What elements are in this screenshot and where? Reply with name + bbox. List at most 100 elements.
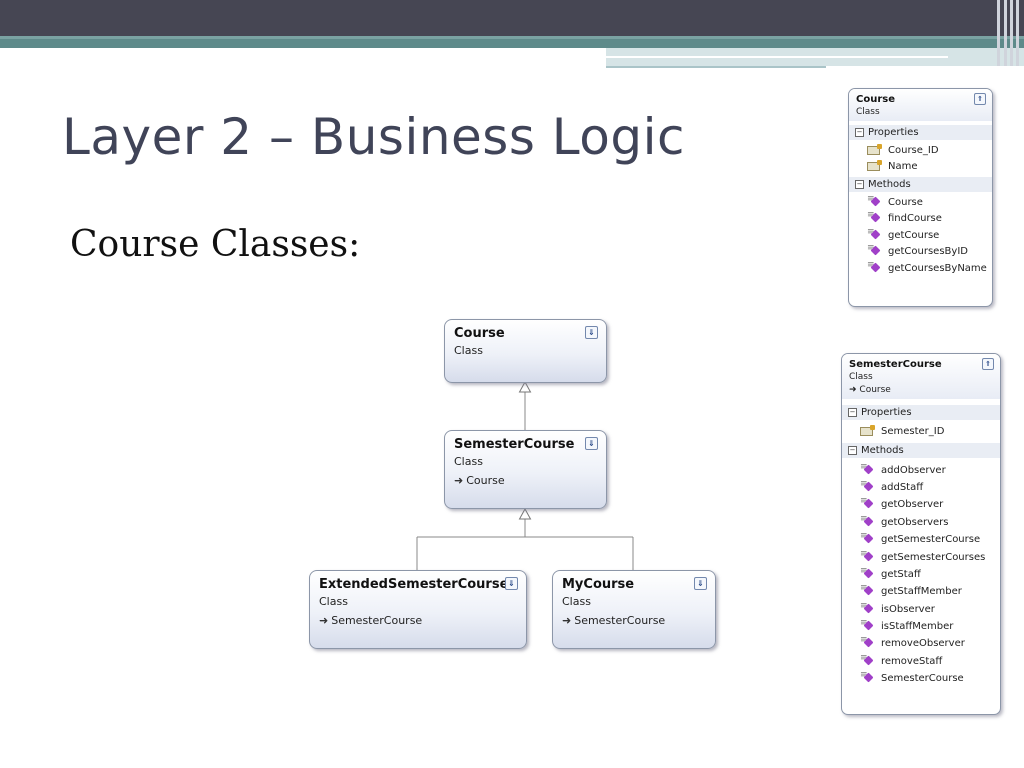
collapse-toggle-icon[interactable]: −	[855, 180, 864, 189]
method-item[interactable]: getSemesterCourse	[842, 531, 1000, 548]
methods-section-header[interactable]: − Methods	[842, 443, 1000, 459]
properties-list: Course_ID Name	[849, 140, 992, 177]
method-item[interactable]: getStaff	[842, 566, 1000, 583]
class-stereotype: Class	[562, 595, 591, 608]
method-icon	[860, 479, 873, 492]
method-icon	[860, 566, 873, 579]
semester-course-detail-panel[interactable]: SemesterCourse Class ➜ Course ⇑ − Propert…	[841, 353, 1001, 715]
method-item[interactable]: removeObserver	[842, 635, 1000, 652]
method-item[interactable]: Course	[849, 194, 992, 211]
class-stereotype: Class	[454, 455, 483, 468]
property-icon	[860, 425, 875, 437]
method-icon	[867, 243, 880, 256]
methods-section-header[interactable]: − Methods	[849, 177, 992, 192]
double-chevron-down-icon[interactable]: ⇓	[694, 577, 707, 590]
member-label: removeObserver	[881, 638, 965, 650]
method-item[interactable]: addObserver	[842, 461, 1000, 478]
method-item[interactable]: getCoursesByID	[849, 243, 992, 261]
inherit-arrow-icon: ➜	[454, 474, 464, 487]
detail-class-stereotype: Class	[849, 372, 873, 382]
class-stereotype: Class	[319, 595, 348, 608]
base-class-name: Course	[466, 474, 505, 487]
properties-section-header[interactable]: − Properties	[849, 125, 992, 140]
method-icon	[860, 583, 873, 596]
property-icon	[867, 143, 882, 155]
base-class: ➜ SemesterCourse	[319, 614, 517, 627]
member-label: isStaffMember	[881, 621, 954, 633]
method-item[interactable]: addStaff	[842, 479, 1000, 496]
course-detail-panel[interactable]: Course Class ⇑ − Properties Course_ID Name…	[848, 88, 993, 307]
double-chevron-up-icon[interactable]: ⇑	[974, 93, 986, 105]
header-line-teal	[606, 66, 826, 68]
double-chevron-down-icon[interactable]: ⇓	[585, 437, 598, 450]
class-name: MyCourse	[562, 577, 635, 592]
section-label: Properties	[861, 407, 912, 418]
methods-list: Course findCourse getCourse getCoursesByID g…	[849, 192, 992, 279]
method-item[interactable]: getSemesterCourses	[842, 548, 1000, 565]
inheritance-arrow-course	[518, 380, 532, 393]
double-chevron-up-icon[interactable]: ⇑	[982, 358, 994, 370]
method-icon	[867, 227, 880, 240]
member-label: isObserver	[881, 603, 935, 615]
method-icon	[860, 531, 873, 544]
base-class: ➜ SemesterCourse	[562, 614, 706, 627]
base-class-name: SemesterCourse	[574, 614, 666, 627]
base-class-name: SemesterCourse	[331, 614, 423, 627]
properties-section-header[interactable]: − Properties	[842, 405, 1000, 420]
method-icon	[860, 670, 873, 683]
property-item[interactable]: Semester_ID	[842, 423, 1000, 440]
method-item[interactable]: getCoursesByName	[849, 260, 992, 277]
member-label: addStaff	[881, 481, 924, 493]
base-class: ➜ Course	[454, 474, 597, 487]
inheritance-arrow-semester	[518, 507, 532, 520]
header-vertical-stripes	[994, 0, 1024, 66]
double-chevron-down-icon[interactable]: ⇓	[505, 577, 518, 590]
class-name: Course	[454, 326, 505, 341]
method-icon	[860, 635, 873, 648]
member-label: Course	[888, 196, 923, 208]
inherit-arrow-icon: ➜	[849, 385, 860, 395]
collapse-toggle-icon[interactable]: −	[855, 128, 864, 137]
property-icon	[867, 160, 882, 172]
member-label: removeStaff	[881, 655, 943, 667]
section-label: Properties	[868, 127, 919, 138]
member-label: SemesterCourse	[881, 673, 964, 685]
detail-class-name: SemesterCourse	[849, 359, 942, 370]
method-item[interactable]: SemesterCourse	[842, 670, 1000, 687]
method-item[interactable]: getObserver	[842, 496, 1000, 513]
header-band-dark	[0, 0, 1024, 36]
member-label: Semester_ID	[881, 426, 945, 438]
method-item[interactable]: getObservers	[842, 514, 1000, 531]
member-label: getSemesterCourses	[881, 551, 986, 563]
extended-semester-course-class-box[interactable]: ExtendedSemesterCourse Class ➜ SemesterCo…	[309, 570, 527, 649]
collapse-toggle-icon[interactable]: −	[848, 446, 857, 456]
member-label: Name	[888, 161, 918, 173]
property-item[interactable]: Name	[849, 159, 992, 176]
method-icon	[860, 618, 873, 631]
base-class-name: Course	[859, 385, 891, 395]
method-icon	[860, 496, 873, 509]
method-item[interactable]: getStaffMember	[842, 583, 1000, 600]
semester-course-class-box[interactable]: SemesterCourse Class ➜ Course ⇓	[444, 430, 607, 509]
course-class-box[interactable]: Course Class ⇓	[444, 319, 607, 383]
member-label: Course_ID	[888, 144, 939, 156]
class-stereotype: Class	[454, 344, 483, 357]
method-item[interactable]: getCourse	[849, 227, 992, 244]
detail-header: SemesterCourse Class ➜ Course ⇑	[842, 354, 1000, 399]
collapse-toggle-icon[interactable]: −	[848, 408, 857, 417]
property-item[interactable]: Course_ID	[849, 142, 992, 159]
mycourse-class-box[interactable]: MyCourse Class ➜ SemesterCourse ⇓	[552, 570, 716, 649]
method-icon	[860, 549, 873, 562]
slide-title: Layer 2 – Business Logic	[62, 108, 685, 166]
method-item[interactable]: isObserver	[842, 601, 1000, 618]
method-item[interactable]: isStaffMember	[842, 618, 1000, 635]
member-label: getObserver	[881, 499, 944, 511]
class-name: ExtendedSemesterCourse	[319, 577, 509, 592]
method-item[interactable]: findCourse	[849, 210, 992, 228]
double-chevron-down-icon[interactable]: ⇓	[585, 326, 598, 339]
member-label: addObserver	[881, 464, 946, 476]
section-label: Methods	[868, 179, 911, 190]
member-label: getCoursesByID	[888, 246, 968, 258]
inherit-arrow-icon: ➜	[319, 614, 329, 627]
method-item[interactable]: removeStaff	[842, 653, 1000, 670]
